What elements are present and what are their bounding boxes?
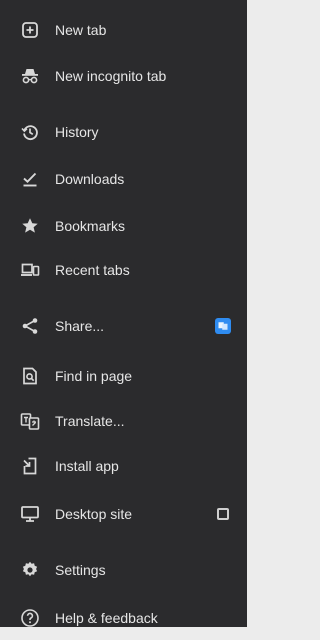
menu-item-translate[interactable]: Translate... bbox=[0, 399, 247, 443]
install-app-icon bbox=[20, 456, 40, 476]
history-icon bbox=[20, 122, 40, 142]
share-target-app-icon bbox=[215, 318, 231, 334]
menu-item-downloads[interactable]: Downloads bbox=[0, 157, 247, 201]
overflow-menu: New tab New incognito tab History Downlo… bbox=[0, 0, 247, 627]
share-target-app-button[interactable] bbox=[215, 318, 231, 334]
menu-item-new-tab[interactable]: New tab bbox=[0, 8, 247, 52]
menu-item-label: New incognito tab bbox=[55, 68, 167, 84]
menu-item-recent-tabs[interactable]: Recent tabs bbox=[0, 248, 247, 292]
menu-item-find-in-page[interactable]: Find in page bbox=[0, 354, 247, 398]
menu-item-label: History bbox=[55, 124, 99, 140]
menu-item-label: Share... bbox=[55, 318, 105, 334]
menu-item-bookmarks[interactable]: Bookmarks bbox=[0, 204, 247, 248]
help-icon bbox=[20, 608, 40, 628]
menu-item-label: New tab bbox=[55, 22, 107, 38]
menu-item-history[interactable]: History bbox=[0, 110, 247, 154]
menu-item-label: Desktop site bbox=[55, 506, 133, 522]
new-tab-icon bbox=[20, 20, 40, 40]
menu-item-label: Install app bbox=[55, 458, 119, 474]
menu-item-label: Translate... bbox=[55, 413, 125, 429]
menu-item-share[interactable]: Share... bbox=[0, 304, 247, 348]
recent-tabs-icon bbox=[20, 260, 40, 280]
menu-item-help-feedback[interactable]: Help & feedback bbox=[0, 596, 247, 640]
find-in-page-icon bbox=[20, 366, 40, 386]
menu-item-label: Bookmarks bbox=[55, 218, 126, 234]
menu-item-label: Settings bbox=[55, 562, 106, 578]
menu-item-label: Find in page bbox=[55, 368, 133, 384]
menu-item-new-incognito-tab[interactable]: New incognito tab bbox=[0, 54, 247, 98]
desktop-icon bbox=[20, 504, 40, 524]
translate-icon bbox=[20, 411, 40, 431]
share-icon bbox=[20, 316, 40, 336]
menu-item-label: Recent tabs bbox=[55, 262, 130, 278]
download-icon bbox=[20, 169, 40, 189]
settings-icon bbox=[20, 560, 40, 580]
star-icon bbox=[20, 216, 40, 236]
menu-item-settings[interactable]: Settings bbox=[0, 548, 247, 592]
menu-item-desktop-site[interactable]: Desktop site bbox=[0, 492, 247, 536]
menu-item-install-app[interactable]: Install app bbox=[0, 444, 247, 488]
menu-item-label: Help & feedback bbox=[55, 610, 158, 626]
incognito-icon bbox=[20, 66, 40, 86]
checkbox-unchecked-icon bbox=[217, 508, 229, 520]
menu-item-label: Downloads bbox=[55, 171, 125, 187]
desktop-site-checkbox[interactable] bbox=[215, 506, 231, 522]
